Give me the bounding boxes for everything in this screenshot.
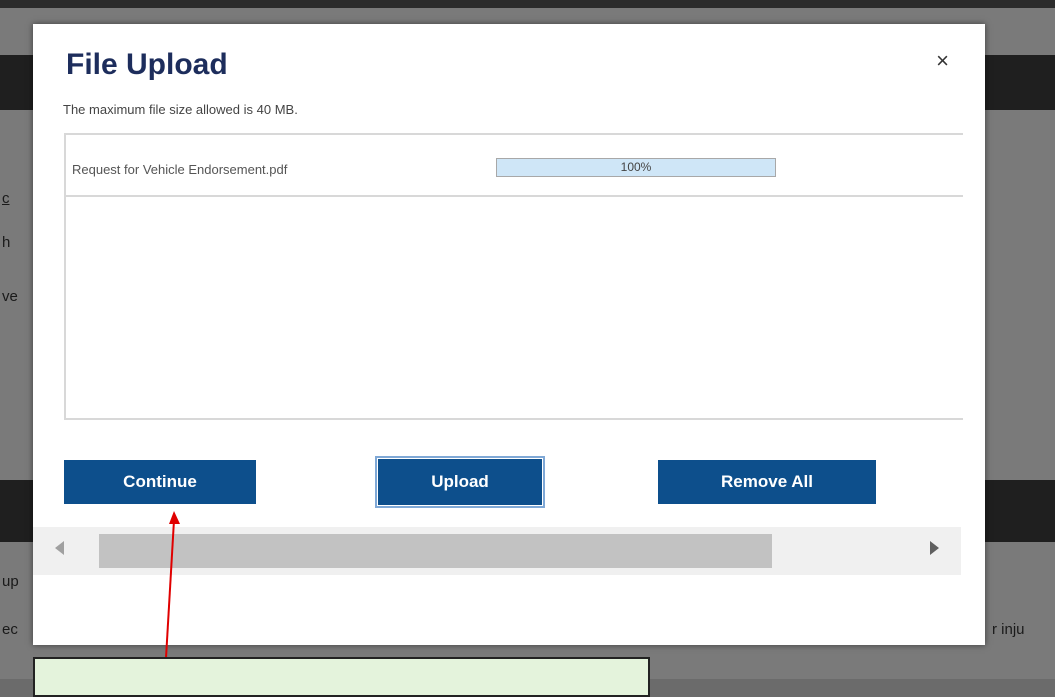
file-upload-dialog: File Upload × The maximum file size allo… bbox=[33, 24, 985, 645]
close-icon[interactable]: × bbox=[936, 50, 949, 72]
scroll-right-arrow-icon[interactable] bbox=[930, 541, 939, 555]
progress-label: 100% bbox=[620, 160, 652, 174]
upload-button[interactable]: Upload bbox=[375, 456, 545, 508]
background-top-strip bbox=[0, 0, 1055, 8]
background-text-fragment: h bbox=[2, 234, 11, 251]
max-file-size-note: The maximum file size allowed is 40 MB. bbox=[63, 102, 298, 117]
annotation-callout-box bbox=[33, 657, 650, 697]
upload-progress-bar: 100% bbox=[496, 158, 776, 177]
background-text-fragment: up bbox=[2, 573, 19, 590]
continue-button[interactable]: Continue bbox=[64, 460, 256, 504]
scrollbar-thumb[interactable] bbox=[99, 534, 772, 568]
background-text-fragment: ec bbox=[2, 621, 18, 638]
file-row: Request for Vehicle Endorsement.pdf 100% bbox=[66, 135, 963, 197]
background-text-fragment: ve bbox=[2, 288, 18, 305]
horizontal-scrollbar[interactable] bbox=[33, 527, 961, 575]
background-text-fragment: r inju bbox=[992, 621, 1025, 638]
dialog-title: File Upload bbox=[66, 48, 228, 81]
file-list: Request for Vehicle Endorsement.pdf 100% bbox=[64, 133, 963, 420]
scroll-left-arrow-icon[interactable] bbox=[55, 541, 64, 555]
remove-all-button[interactable]: Remove All bbox=[658, 460, 876, 504]
file-name: Request for Vehicle Endorsement.pdf bbox=[72, 162, 288, 177]
background-text-fragment: c bbox=[2, 190, 10, 207]
